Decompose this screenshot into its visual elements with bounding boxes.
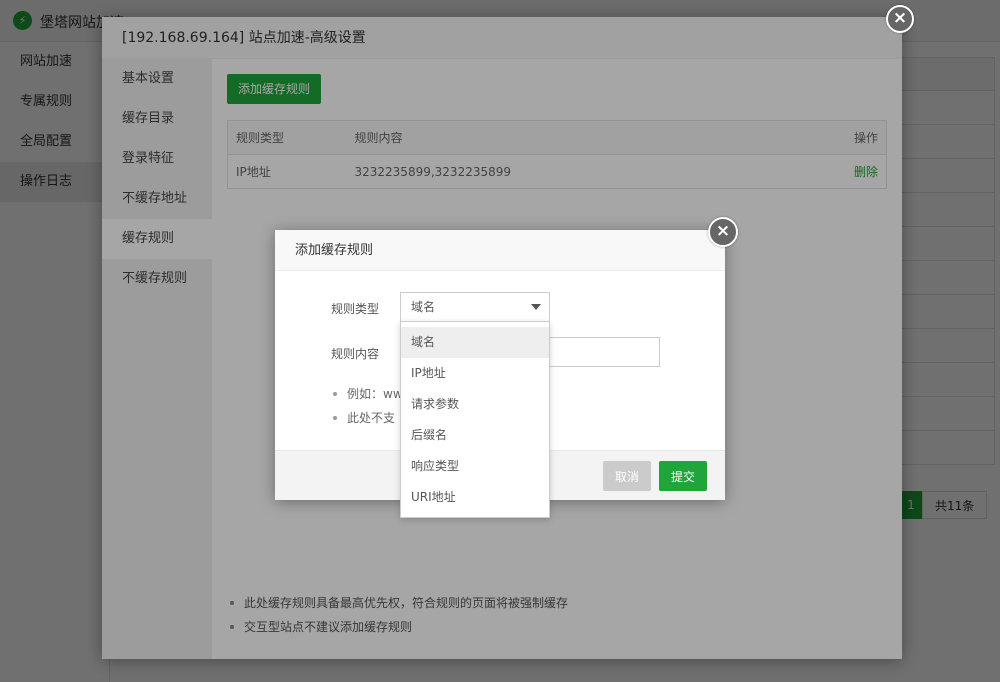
rule-type-selected-value: 域名 [411,300,436,314]
close-icon[interactable]: × [886,5,914,33]
dropdown-option-suffix[interactable]: 后缀名 [401,420,549,451]
dropdown-option-ip-address[interactable]: IP地址 [401,358,549,389]
submit-button[interactable]: 提交 [659,461,707,491]
add-rule-tips: 例如：ww 此处不支 [331,382,403,430]
chevron-down-icon [531,304,541,310]
dropdown-option-request-params[interactable]: 请求参数 [401,389,549,420]
tip-item: 例如：ww [331,382,403,406]
tip-item: 此处不支 [331,406,403,430]
close-icon[interactable]: × [708,217,738,247]
dropdown-option-domain[interactable]: 域名 [401,327,549,358]
rule-type-dropdown-menu: 域名 IP地址 请求参数 后缀名 响应类型 URI地址 [400,321,550,518]
dropdown-option-response-type[interactable]: 响应类型 [401,451,549,482]
cancel-button[interactable]: 取消 [603,461,651,491]
dialog-title: 添加缓存规则 [275,230,725,271]
rule-type-label: 规则类型 [331,302,380,316]
rule-content-label: 规则内容 [331,347,380,361]
rule-type-select[interactable]: 域名 [400,292,550,322]
dropdown-option-uri-address[interactable]: URI地址 [401,482,549,513]
